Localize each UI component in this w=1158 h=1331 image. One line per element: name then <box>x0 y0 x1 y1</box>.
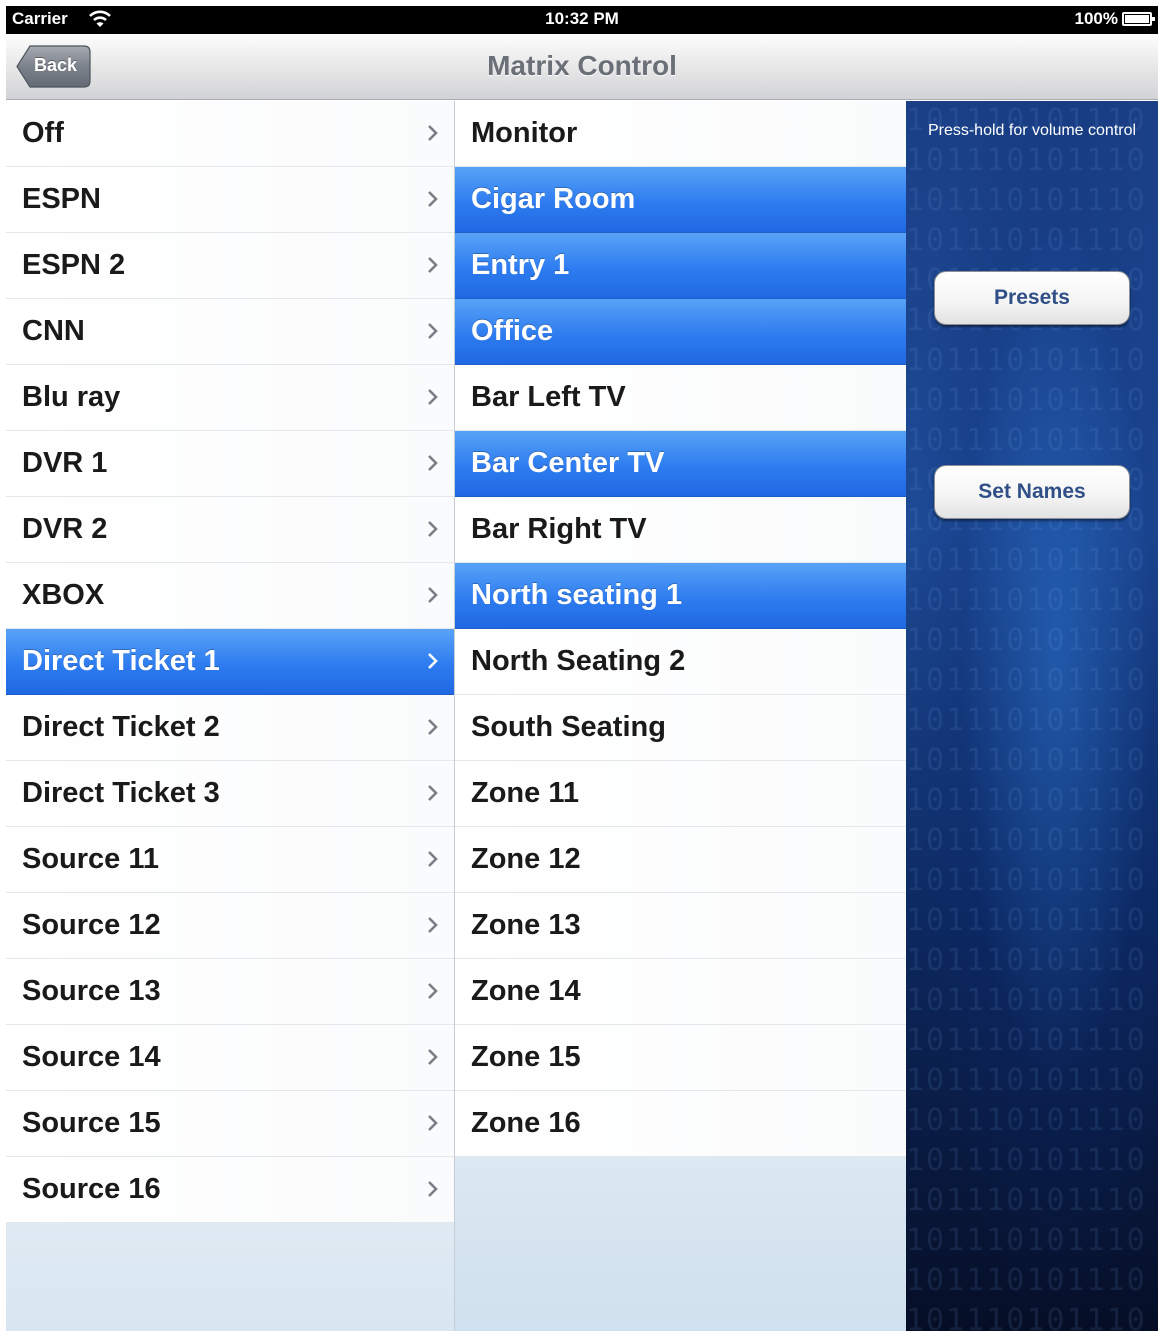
source-row[interactable]: Source 13 <box>6 959 454 1025</box>
source-row[interactable]: Source 14 <box>6 1025 454 1091</box>
zone-row[interactable]: Monitor <box>455 101 906 167</box>
source-label: Direct Ticket 2 <box>22 711 220 743</box>
source-label: Source 12 <box>22 909 161 941</box>
status-bar: Carrier 10:32 PM 100% <box>6 6 1158 34</box>
source-label: XBOX <box>22 579 105 611</box>
control-panel: 1011101011101011101011101011101011101011… <box>906 101 1158 1331</box>
zone-row[interactable]: Office <box>455 299 906 365</box>
zone-row[interactable]: South Seating <box>455 695 906 761</box>
zone-row[interactable]: Bar Left TV <box>455 365 906 431</box>
zone-label: Monitor <box>471 117 578 149</box>
zone-label: Zone 15 <box>471 1041 581 1073</box>
zone-label: North seating 1 <box>471 579 683 611</box>
chevron-right-icon <box>428 587 438 603</box>
source-row[interactable]: CNN <box>6 299 454 365</box>
source-label: ESPN <box>22 183 101 215</box>
source-label: Source 15 <box>22 1107 161 1139</box>
zone-label: Zone 14 <box>471 975 581 1007</box>
chevron-right-icon <box>428 389 438 405</box>
chevron-right-icon <box>428 323 438 339</box>
source-label: Source 11 <box>22 843 160 875</box>
chevron-right-icon <box>428 917 438 933</box>
source-row[interactable]: Source 12 <box>6 893 454 959</box>
source-label: ESPN 2 <box>22 249 126 281</box>
zone-row[interactable]: Cigar Room <box>455 167 906 233</box>
chevron-right-icon <box>428 983 438 999</box>
source-label: Source 13 <box>22 975 161 1007</box>
zone-row[interactable]: Zone 13 <box>455 893 906 959</box>
source-row[interactable]: Direct Ticket 2 <box>6 695 454 761</box>
source-row[interactable]: XBOX <box>6 563 454 629</box>
app-screen: Carrier 10:32 PM 100% Back Matrix Contro… <box>6 6 1158 1331</box>
source-row[interactable]: Source 16 <box>6 1157 454 1223</box>
zone-label: Entry 1 <box>471 249 570 281</box>
chevron-right-icon <box>428 191 438 207</box>
source-label: Direct Ticket 3 <box>22 777 220 809</box>
source-row[interactable]: ESPN 2 <box>6 233 454 299</box>
zone-label: Bar Center TV <box>471 447 665 479</box>
presets-button[interactable]: Presets <box>934 271 1130 325</box>
zone-row[interactable]: Zone 14 <box>455 959 906 1025</box>
zone-row[interactable]: Bar Center TV <box>455 431 906 497</box>
chevron-right-icon <box>428 785 438 801</box>
source-row[interactable]: Direct Ticket 1 <box>6 629 454 695</box>
chevron-right-icon <box>428 125 438 141</box>
chevron-right-icon <box>428 653 438 669</box>
navigation-bar: Back Matrix Control <box>6 34 1158 100</box>
zone-label: Bar Left TV <box>471 381 626 413</box>
zone-label: Zone 16 <box>471 1107 581 1139</box>
set-names-button[interactable]: Set Names <box>934 465 1130 519</box>
chevron-right-icon <box>428 455 438 471</box>
chevron-right-icon <box>428 1049 438 1065</box>
source-row[interactable]: Source 15 <box>6 1091 454 1157</box>
zone-label: North Seating 2 <box>471 645 686 677</box>
volume-hint-text: Press-hold for volume control <box>927 122 1137 139</box>
source-label: Source 16 <box>22 1173 161 1205</box>
zone-row[interactable]: Entry 1 <box>455 233 906 299</box>
source-row[interactable]: Off <box>6 101 454 167</box>
zone-row[interactable]: North seating 1 <box>455 563 906 629</box>
chevron-right-icon <box>428 257 438 273</box>
zone-label: Zone 13 <box>471 909 581 941</box>
clock: 10:32 PM <box>545 9 619 28</box>
chevron-right-icon <box>428 1115 438 1131</box>
source-row[interactable]: Source 11 <box>6 827 454 893</box>
chevron-right-icon <box>428 1181 438 1197</box>
source-label: Direct Ticket 1 <box>22 645 220 677</box>
source-label: Source 14 <box>22 1041 161 1073</box>
battery-icon <box>1122 12 1155 26</box>
zone-label: Zone 12 <box>471 843 581 875</box>
source-label: DVR 2 <box>22 513 108 545</box>
zone-row[interactable]: Zone 11 <box>455 761 906 827</box>
zone-label: South Seating <box>471 711 666 743</box>
zone-label: Bar Right TV <box>471 513 647 545</box>
chevron-right-icon <box>428 521 438 537</box>
chevron-right-icon <box>428 719 438 735</box>
source-label: Off <box>22 117 64 149</box>
zone-label: Office <box>471 315 554 347</box>
battery-percent: 100% <box>1074 9 1118 28</box>
source-row[interactable]: ESPN <box>6 167 454 233</box>
zone-row[interactable]: Bar Right TV <box>455 497 906 563</box>
zone-list: Monitor Cigar Room Entry 1 Office Bar Left T… <box>455 101 906 1331</box>
source-label: DVR 1 <box>22 447 108 479</box>
source-list: Off ESPN ESPN 2 CNN Blu ray DVR 1 DVR 2 XBOX Dir… <box>6 101 455 1331</box>
page-title: Matrix Control <box>487 50 677 81</box>
zone-row[interactable]: Zone 16 <box>455 1091 906 1157</box>
zone-row[interactable]: Zone 12 <box>455 827 906 893</box>
zone-label: Zone 11 <box>471 777 579 809</box>
chevron-right-icon <box>428 851 438 867</box>
source-row[interactable]: Blu ray <box>6 365 454 431</box>
source-label: CNN <box>22 315 85 347</box>
source-row[interactable]: DVR 1 <box>6 431 454 497</box>
source-row[interactable]: Direct Ticket 3 <box>6 761 454 827</box>
zone-label: Cigar Room <box>471 183 636 215</box>
zone-row[interactable]: North Seating 2 <box>455 629 906 695</box>
source-row[interactable]: DVR 2 <box>6 497 454 563</box>
source-label: Blu ray <box>22 381 121 413</box>
zone-row[interactable]: Zone 15 <box>455 1025 906 1091</box>
